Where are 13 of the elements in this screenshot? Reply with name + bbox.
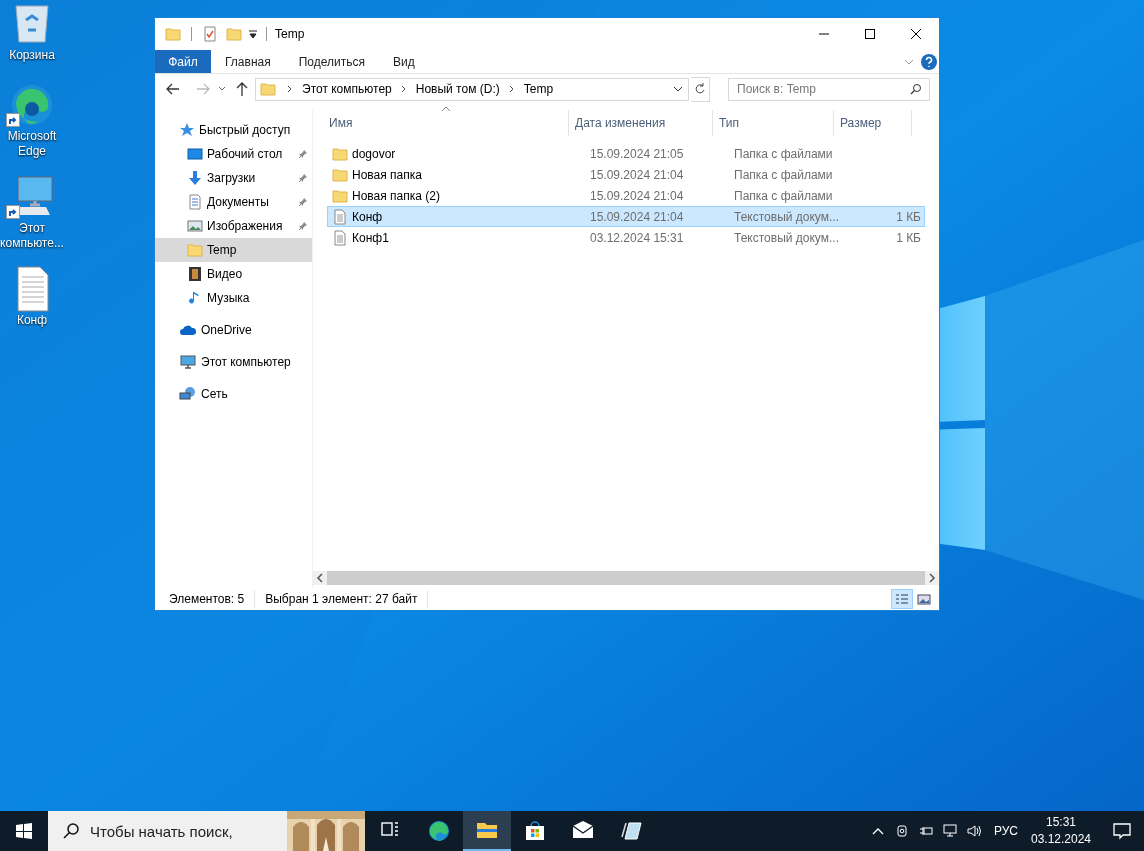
- speech-bubble-icon: [1112, 822, 1132, 840]
- clock-time[interactable]: 15:31: [1046, 814, 1076, 831]
- language-indicator[interactable]: РУС: [985, 811, 1026, 851]
- store-icon: [523, 819, 547, 843]
- search-icon: [62, 822, 80, 840]
- notepad-icon: [619, 819, 643, 843]
- speaker-icon: [965, 823, 982, 839]
- clock-date[interactable]: 03.12.2024: [1030, 831, 1092, 848]
- taskbar-search-field[interactable]: Чтобы начать поиск,: [48, 811, 287, 851]
- browser-icon: [427, 819, 451, 843]
- file-explorer-button[interactable]: [463, 811, 511, 851]
- network-icon: [941, 823, 958, 839]
- windows-logo-icon: [16, 823, 32, 839]
